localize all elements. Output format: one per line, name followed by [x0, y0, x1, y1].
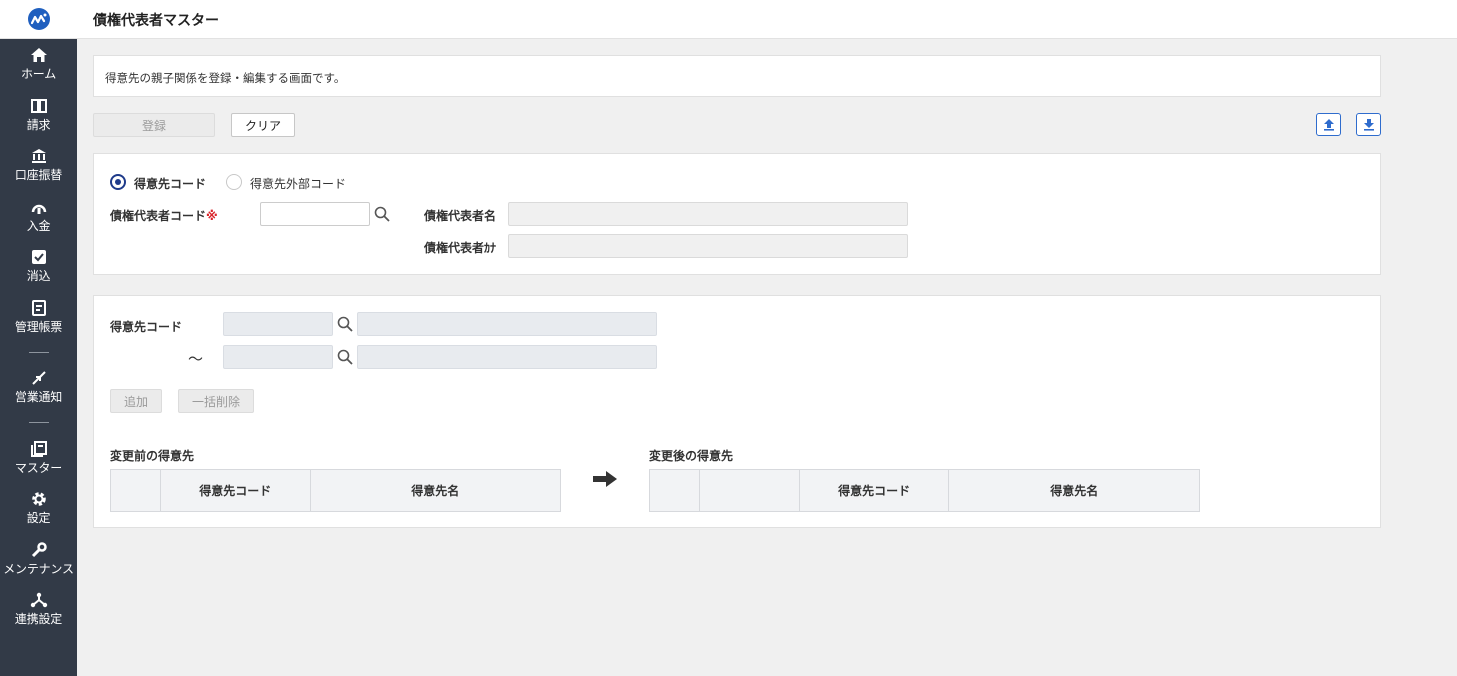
after-customers-title: 変更後の得意先 — [649, 449, 734, 463]
search-icon[interactable] — [337, 349, 353, 365]
bank-icon — [30, 147, 48, 165]
sidebar-item-reports[interactable]: 管理帳票 — [0, 292, 77, 343]
sidebar-item-label: ホーム — [20, 67, 57, 82]
sidebar-item-label: 請求 — [26, 117, 51, 132]
sidebar-item-label: 消込 — [26, 269, 51, 284]
sidebar-item-label: メンテナンス — [3, 561, 74, 576]
upload-button[interactable] — [1316, 113, 1341, 136]
sidebar-item-label: 営業通知 — [14, 390, 63, 405]
library-icon — [30, 440, 48, 458]
register-button[interactable]: 登録 — [93, 113, 215, 137]
download-icon — [1363, 119, 1374, 131]
report-icon — [30, 299, 48, 317]
rep-name-label: 債権代表者名 — [424, 209, 497, 223]
sidebar-item-label: 設定 — [26, 511, 51, 526]
app-logo[interactable] — [0, 0, 77, 39]
customer-code-column-header[interactable]: 得意先コード — [159, 469, 311, 512]
customer-code-label: 得意先コード — [110, 320, 183, 334]
sidebar-divider — [0, 413, 77, 433]
sidebar-item-maintenance[interactable]: メンテナンス — [0, 534, 77, 585]
clear-button[interactable]: クリア — [231, 113, 295, 137]
representative-panel: 得意先コード 得意先外部コード 債権代表者コード※ 債権代表者名 債権代表者ｶﾅ — [93, 153, 1381, 275]
deposit-icon — [30, 198, 48, 216]
arrow-right-icon — [593, 471, 617, 487]
table-header-row: 得意先コード 得意先名 — [649, 469, 1200, 512]
gear-icon — [30, 490, 48, 508]
rep-name-field — [508, 202, 908, 226]
check-icon — [30, 248, 48, 266]
customer-name-from-field — [357, 312, 657, 336]
bulk-delete-button[interactable]: 一括削除 — [178, 389, 254, 413]
rep-code-label: 債権代表者コード※ — [110, 207, 218, 224]
sidebar-item-label: マスター — [14, 460, 63, 475]
sidebar-divider — [0, 342, 77, 362]
sidebar-item-master[interactable]: マスター — [0, 433, 77, 484]
radio-external-code[interactable] — [226, 174, 242, 190]
sidebar-item-reconcile[interactable]: 消込 — [0, 241, 77, 292]
wrench-icon — [30, 541, 48, 559]
add-button[interactable]: 追加 — [110, 389, 162, 413]
customer-code-column-header[interactable]: 得意先コード — [798, 469, 950, 512]
customer-name-column-header[interactable]: 得意先名 — [309, 469, 562, 512]
top-header: 債権代表者マスター — [77, 0, 1457, 39]
sidebar-item-direct-debit[interactable]: 口座振替 — [0, 140, 77, 191]
radio-customer-code-label: 得意先コード — [134, 177, 207, 191]
sidebar-item-home[interactable]: ホーム — [0, 39, 77, 90]
table-header-row: 得意先コード 得意先名 — [110, 469, 562, 512]
radio-customer-code[interactable] — [110, 174, 126, 190]
page-title: 債権代表者マスター — [93, 13, 219, 29]
radio-external-code-label: 得意先外部コード — [250, 177, 347, 191]
sidebar-item-deposit[interactable]: 入金 — [0, 191, 77, 242]
logo-icon — [27, 8, 50, 30]
rep-code-label-text: 債権代表者コード — [110, 209, 207, 223]
sidebar-item-label: 連携設定 — [14, 612, 63, 627]
book-icon — [30, 97, 48, 115]
sidebar-item-label: 口座振替 — [14, 168, 63, 183]
sidebar-item-label: 入金 — [26, 218, 51, 233]
customer-name-column-header[interactable]: 得意先名 — [948, 469, 1200, 512]
sidebar: ホーム 請求 口座振替 入金 消込 管理帳票 営業通知 マスター 設定 メンテナ… — [0, 0, 77, 676]
search-icon[interactable] — [337, 316, 353, 332]
sidebar-nav: ホーム 請求 口座振替 入金 消込 管理帳票 営業通知 マスター 設定 メンテナ… — [0, 39, 77, 635]
customer-panel: 得意先コード ～ 追加 一括削除 変更前の得意先 得意先コード 得意先名 変更後… — [93, 295, 1381, 528]
customer-code-to-input[interactable] — [223, 345, 333, 369]
before-customers-table: 得意先コード 得意先名 — [110, 469, 562, 512]
customer-name-to-field — [357, 345, 657, 369]
network-icon — [30, 591, 48, 609]
rep-kana-field — [508, 234, 908, 258]
download-button[interactable] — [1356, 113, 1381, 136]
range-tilde: ～ — [188, 350, 204, 368]
upload-icon — [1323, 119, 1334, 131]
rep-kana-label: 債権代表者ｶﾅ — [424, 241, 497, 255]
search-icon[interactable] — [374, 206, 390, 222]
required-mark: ※ — [206, 209, 218, 223]
customer-code-from-input[interactable] — [223, 312, 333, 336]
sidebar-item-sales-notice[interactable]: 営業通知 — [0, 362, 77, 413]
description-panel: 得意先の親子関係を登録・編集する画面です。 — [93, 55, 1381, 97]
sidebar-item-label: 管理帳票 — [14, 319, 63, 334]
sidebar-item-settings[interactable]: 設定 — [0, 483, 77, 534]
sidebar-item-integration[interactable]: 連携設定 — [0, 584, 77, 635]
home-icon — [30, 46, 48, 64]
before-customers-title: 変更前の得意先 — [110, 449, 195, 463]
after-customers-table: 得意先コード 得意先名 — [649, 469, 1200, 512]
sidebar-item-billing[interactable]: 請求 — [0, 90, 77, 141]
action-column-header — [698, 469, 800, 512]
arrows-icon — [30, 369, 48, 387]
rep-code-input[interactable] — [260, 202, 370, 226]
select-column-header — [110, 469, 161, 512]
select-column-header — [649, 469, 700, 512]
